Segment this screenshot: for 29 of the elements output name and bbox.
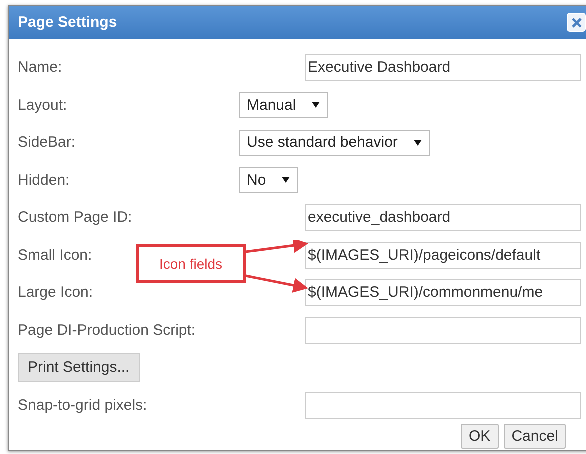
annotation-callout: Icon fields	[136, 244, 246, 283]
field-label: Name:	[18, 59, 64, 76]
dropdown[interactable]: Use standard behavior	[239, 130, 430, 156]
input-field[interactable]: executive_dashboard	[305, 204, 581, 232]
field-label: Large Icon:	[18, 284, 94, 302]
dialog-button[interactable]: OK	[461, 424, 499, 449]
field-label: Page DI-Production Script:	[18, 322, 197, 339]
dropdown[interactable]: No	[239, 167, 298, 194]
close-icon	[570, 16, 584, 30]
field-label: Snap-to-grid pixels:	[18, 396, 148, 414]
input-field[interactable]: $(IMAGES_URI)/commonmenu/me	[305, 279, 581, 306]
input-field[interactable]	[305, 316, 581, 344]
caret-icon	[312, 101, 320, 110]
close-button[interactable]	[567, 13, 586, 32]
annotation-arrow	[246, 240, 308, 254]
field-label: Layout:	[18, 96, 68, 114]
field-label: Custom Page ID:	[18, 209, 134, 226]
field-label: SideBar:	[18, 134, 77, 152]
field-label: Hidden:	[18, 172, 71, 189]
input-field[interactable]: $(IMAGES_URI)/pageicons/default	[305, 242, 581, 269]
input-field[interactable]	[305, 392, 581, 419]
dialog-button[interactable]: Cancel	[504, 424, 566, 449]
caret-icon	[414, 138, 422, 147]
print-settings-button[interactable]: Print Settings...	[18, 353, 140, 382]
window-title: Page Settings	[18, 14, 118, 31]
dropdown[interactable]: Manual	[239, 92, 328, 118]
annotation-arrow	[246, 274, 308, 293]
input-field[interactable]: Executive Dashboard	[305, 54, 581, 82]
caret-icon	[282, 176, 290, 184]
